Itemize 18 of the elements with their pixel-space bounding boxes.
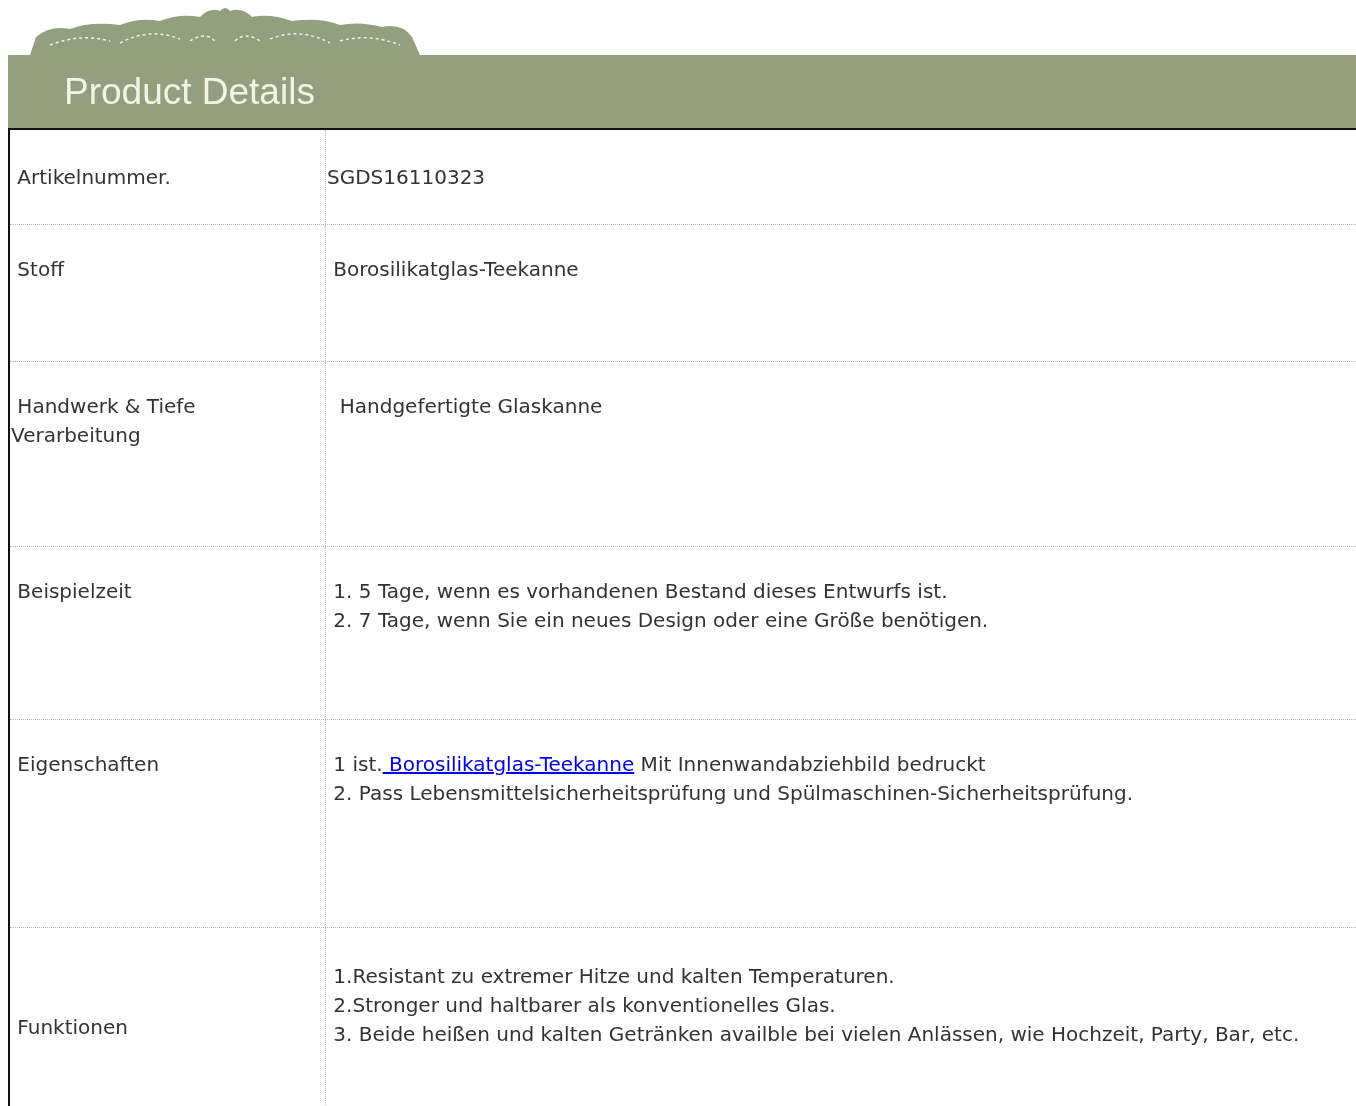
product-link[interactable]: Borosilikatglas-Teekanne	[382, 752, 635, 776]
row-value: SGDS16110323	[327, 163, 487, 191]
row-label: Eigenschaften	[16, 751, 160, 778]
row-label: Stoff	[16, 256, 64, 283]
row-label: Handwerk & Tiefe Verarbeitung	[11, 393, 197, 449]
row-label: Funktionen	[16, 1014, 128, 1041]
row-value: Handgefertigte Glaskanne	[338, 393, 604, 420]
row-label: Beispielzeit	[16, 578, 132, 605]
row-value: 3. Beide heißen und kalten Getränken availble bei vielen Anlässen, wie Hochzeit, Party, Bar, etc.	[332, 1021, 1301, 1048]
row-value: 2.Stronger und haltbarer als konventionelles Glas.	[332, 992, 837, 1019]
row-label: Artikelnummer.	[16, 163, 171, 191]
row-value: 1. 5 Tage, wenn es vorhandenen Bestand dieses Entwurfs ist.	[332, 578, 949, 605]
section-title: Product Details	[64, 73, 315, 110]
row-value: 1 ist. Borosilikatglas-Teekanne Mit Innenwandabziehbild bedruckt	[332, 751, 987, 778]
row-value: 2. 7 Tage, wenn Sie ein neues Design oder eine Größe benötigen.	[332, 607, 990, 634]
row-value: 2. Pass Lebensmittelsicherheitsprüfung und Spülmaschinen-Sicherheitsprüfung.	[332, 780, 1135, 807]
row-value: Borosilikatglas-Teekanne	[332, 256, 580, 283]
row-value: 1.Resistant zu extremer Hitze und kalten Temperaturen.	[332, 963, 896, 990]
